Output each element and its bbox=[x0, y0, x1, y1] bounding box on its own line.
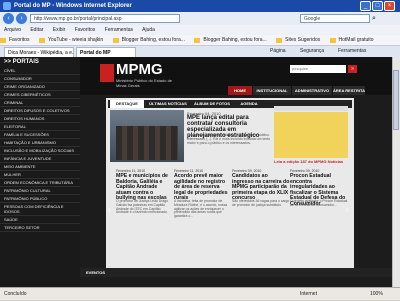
mpmg-logo[interactable]: MPMG bbox=[116, 62, 163, 78]
status-zone: Internet bbox=[300, 291, 317, 297]
window-title: Portal do MP - Windows Internet Explorer bbox=[14, 3, 132, 9]
menu-exibir[interactable]: Exibir bbox=[53, 27, 66, 33]
nav-item[interactable]: MEIO AMBIENTE bbox=[0, 163, 80, 171]
nav-area-restrita[interactable]: ÁREA RESTRITA bbox=[333, 86, 365, 95]
menu-favoritos[interactable]: Favoritos bbox=[75, 27, 96, 33]
magazine-header bbox=[274, 106, 348, 111]
news-body: O promotor de Justiça Leão Drago Galvão … bbox=[116, 199, 169, 215]
nav-item[interactable]: CRIME ORGANIZADO bbox=[0, 83, 80, 91]
nav-item[interactable]: DIREITOS DIFUSOS E COLETIVOS bbox=[0, 107, 80, 115]
favorite-link[interactable]: YouTube - wieeia shajkin bbox=[38, 35, 103, 45]
favorite-link[interactable]: Blogger Bahing, estou fora... bbox=[112, 35, 185, 45]
news-body: A iniciativa, feita de promotor de Meadu… bbox=[174, 199, 228, 219]
portais-heading: >> PORTAIS bbox=[4, 59, 39, 65]
maximize-button[interactable]: □ bbox=[372, 1, 383, 11]
tab-wikipedia[interactable]: Dica Moraes - Wikipédia, a e... bbox=[4, 47, 74, 57]
window-title-bar: Portal do MP - Windows Internet Explorer bbox=[0, 0, 400, 12]
nav-item[interactable]: PATRIMÔNIO CULTURAL bbox=[0, 187, 80, 195]
status-text: Concluído bbox=[4, 291, 27, 297]
nav-administrativo[interactable]: ADMINISTRATIVO bbox=[292, 86, 332, 95]
tab-destaque[interactable]: DESTAQUE bbox=[110, 100, 144, 108]
forward-icon[interactable]: › bbox=[16, 13, 27, 24]
site-search-input[interactable] bbox=[290, 65, 346, 73]
status-bar: Concluído Internet 100% bbox=[0, 287, 400, 300]
magazine-caption[interactable]: Leia a edição 187 do MPMG Notícias bbox=[274, 159, 348, 164]
featured-body: Também foi divulgado edital/no edital ed… bbox=[187, 133, 271, 145]
events-heading: EVENTOS bbox=[80, 268, 396, 277]
minimize-button[interactable]: _ bbox=[360, 1, 371, 11]
search-icon[interactable]: ⌕ bbox=[372, 14, 381, 23]
menu-bar: Arquivo Editar Exibir Favoritos Ferramen… bbox=[0, 25, 400, 35]
news-card[interactable]: Fevereiro 11, 2010 MPE e municípios de B… bbox=[116, 166, 174, 264]
news-title[interactable]: MPE e municípios de Baldoria, Galiléia e… bbox=[116, 173, 174, 202]
tab-ultimas-noticias[interactable]: ÚLTIMAS NOTÍCIAS bbox=[146, 100, 190, 108]
nav-institucional[interactable]: INSTITUCIONAL bbox=[253, 86, 291, 95]
tools-menu[interactable]: Ferramentas bbox=[338, 46, 366, 57]
news-body: O projeto avaliador o Procon Estadual ao… bbox=[290, 199, 348, 207]
menu-ferramentas[interactable]: Ferramentas bbox=[105, 27, 133, 33]
news-card[interactable]: Fevereiro 09, 2010 Candidatos ao ingress… bbox=[232, 166, 290, 264]
featured-photo-people bbox=[116, 126, 178, 160]
prev-arrow-icon[interactable]: ‹ bbox=[108, 205, 114, 214]
favorite-link[interactable]: HotMail gratuito bbox=[329, 35, 374, 45]
nav-item[interactable]: DIREITOS HUMANOS bbox=[0, 115, 80, 123]
back-icon[interactable]: ‹ bbox=[3, 13, 14, 24]
site-search-button[interactable]: » bbox=[348, 65, 357, 73]
favorite-link[interactable]: Sites Sugeridos bbox=[276, 35, 320, 45]
news-title[interactable]: Candidatos ao ingresso na carreira do MP… bbox=[232, 173, 290, 202]
zoom-level[interactable]: 100% bbox=[370, 288, 383, 301]
url-input[interactable]: http://www.mp.go.br/portal/principal.asp bbox=[30, 14, 180, 23]
nav-item[interactable]: ELEITORAL bbox=[0, 123, 80, 131]
favorites-button[interactable]: Favoritos bbox=[0, 35, 30, 45]
logo-subtitle: Ministério Público do Estado de Minas Ge… bbox=[116, 78, 173, 88]
news-card[interactable]: Fevereiro 09, 2010 Procon Estadual encon… bbox=[290, 166, 348, 264]
nav-item[interactable]: SAÚDE bbox=[0, 216, 80, 224]
tab-album-fotos[interactable]: ÁLBUM DE FOTOS bbox=[192, 100, 232, 108]
nav-item[interactable]: INFÂNCIA E JUVENTUDE bbox=[0, 155, 80, 163]
nav-item[interactable]: PATRIMÔNIO PÚBLICO bbox=[0, 195, 80, 203]
nav-item[interactable]: MULHER bbox=[0, 171, 80, 179]
nav-item[interactable]: CÍVEL bbox=[0, 67, 80, 75]
ie-icon bbox=[3, 2, 11, 10]
favorite-link[interactable]: Blogger Bahing, estou fora... bbox=[194, 35, 267, 45]
menu-ajuda[interactable]: Ajuda bbox=[142, 27, 155, 33]
tab-portal-mp[interactable]: Portal do MP bbox=[76, 47, 136, 57]
nav-item[interactable]: CRIMINAL bbox=[0, 99, 80, 107]
search-input[interactable]: Google bbox=[300, 14, 370, 23]
nav-item[interactable]: CRIMES CIBERNÉTICOS bbox=[0, 91, 80, 99]
nav-item[interactable]: INCLUSÃO E MOBILIZAÇÃO SOCIAIS bbox=[0, 147, 80, 155]
news-body: São oferecidos 36 vagas para o cargo de … bbox=[232, 199, 290, 207]
news-title[interactable]: Acordo prevê maior agilidade no registro… bbox=[174, 173, 232, 202]
left-navigation: >> PORTAIS CÍVEL CONSUMIDOR CRIME ORGANI… bbox=[0, 57, 80, 287]
tab-agenda[interactable]: AGENDA bbox=[234, 100, 264, 108]
nav-item[interactable]: HABITAÇÃO E URBANISMO bbox=[0, 139, 80, 147]
nav-item[interactable]: CONSUMIDOR bbox=[0, 75, 80, 83]
page-menu[interactable]: Página bbox=[270, 46, 286, 57]
security-menu[interactable]: Segurança bbox=[300, 46, 324, 57]
scrollbar-thumb[interactable] bbox=[393, 70, 399, 130]
nav-item[interactable]: TERCEIRO SETOR bbox=[0, 224, 80, 232]
nav-item[interactable]: FAMÍLIA E SUCESSÕES bbox=[0, 131, 80, 139]
mpmg-logo-icon bbox=[100, 64, 114, 82]
menu-editar[interactable]: Editar bbox=[30, 27, 43, 33]
news-card[interactable]: Fevereiro 11, 2010 Acordo prevê maior ag… bbox=[174, 166, 232, 264]
favorites-bar: Favoritos YouTube - wieeia shajkin Blogg… bbox=[0, 35, 400, 46]
menu-arquivo[interactable]: Arquivo bbox=[4, 27, 21, 33]
nav-home[interactable]: HOME bbox=[228, 86, 252, 95]
close-button[interactable]: × bbox=[384, 1, 395, 11]
nav-item[interactable]: PESSOAS COM DEFICIÊNCIA E IDOSOS bbox=[0, 203, 80, 216]
nav-item[interactable]: ORDEM ECONÔMICA E TRIBUTÁRIA bbox=[0, 179, 80, 187]
magazine-cover[interactable] bbox=[274, 112, 348, 158]
